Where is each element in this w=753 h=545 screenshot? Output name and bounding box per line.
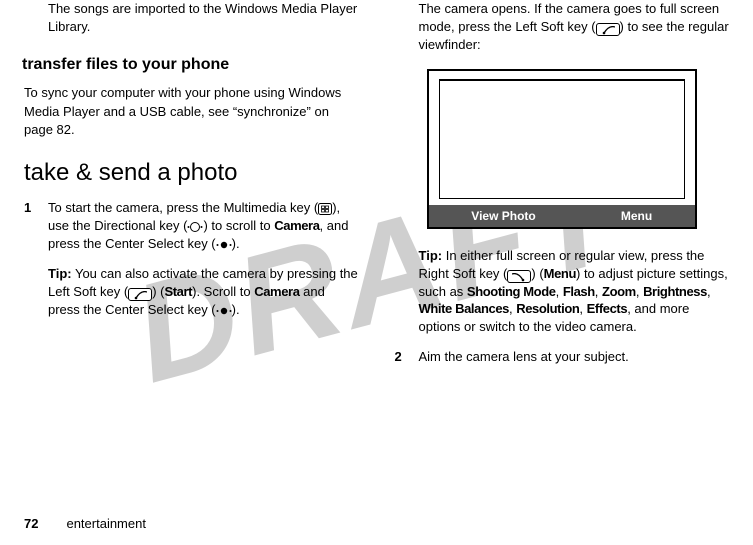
setting-brightness: Brightness xyxy=(643,284,707,299)
center-select-key-icon-2 xyxy=(216,305,232,317)
tip-left: Tip: You can also activate the camera by… xyxy=(48,265,359,319)
tip-label-left: Tip: xyxy=(48,266,72,281)
multimedia-key-icon xyxy=(318,203,332,215)
step-2: 2 Aim the camera lens at your subject. xyxy=(395,348,730,366)
step-2-number: 2 xyxy=(395,348,419,366)
tip-left-b: ) ( xyxy=(152,284,164,299)
left-column: The songs are imported to the Windows Me… xyxy=(24,0,359,490)
viewfinder-softkey-bar: View Photo Menu xyxy=(429,205,695,227)
setting-resolution: Resolution xyxy=(516,301,579,316)
setting-zoom: Zoom xyxy=(602,284,636,299)
para-import-songs: The songs are imported to the Windows Me… xyxy=(48,0,359,36)
left-soft-key-icon-2 xyxy=(596,23,620,36)
step1-text-e: ). xyxy=(232,236,240,251)
tip-menu-label: Menu xyxy=(544,266,576,281)
tip-left-e: ). xyxy=(232,302,240,317)
tip-start-label: Start xyxy=(164,284,192,299)
para-sync-info: To sync your computer with your phone us… xyxy=(24,84,359,139)
setting-white-balances: White Balances xyxy=(419,301,510,316)
step1-text-a: To start the camera, press the Multimedi… xyxy=(48,200,318,215)
viewfinder-right-label: Menu xyxy=(621,209,652,223)
para-camera-opens: The camera opens. If the camera goes to … xyxy=(419,0,730,55)
step-1: 1 To start the camera, press the Multime… xyxy=(24,199,359,253)
right-column: The camera opens. If the camera goes to … xyxy=(395,0,730,490)
setting-shooting-mode: Shooting Mode xyxy=(467,284,556,299)
tip-label-right: Tip: xyxy=(419,248,443,263)
step-1-number: 1 xyxy=(24,199,48,253)
heading-transfer-files: transfer files to your phone xyxy=(22,56,359,74)
section-name: entertainment xyxy=(66,516,146,531)
two-column-layout: The songs are imported to the Windows Me… xyxy=(24,0,729,490)
tip-right: Tip: In either full screen or regular vi… xyxy=(419,247,730,337)
step1-camera-label: Camera xyxy=(274,218,319,233)
tip-left-c: ). Scroll to xyxy=(192,284,254,299)
heading-take-send-photo: take & send a photo xyxy=(24,159,359,187)
viewfinder-screen: View Photo Menu xyxy=(427,69,697,229)
tip-right-b: ) ( xyxy=(531,266,543,281)
step-1-body: To start the camera, press the Multimedi… xyxy=(48,199,359,253)
directional-key-icon xyxy=(187,221,203,233)
tip-camera-label: Camera xyxy=(254,284,299,299)
viewfinder-left-label: View Photo xyxy=(471,209,535,223)
center-select-key-icon xyxy=(216,239,232,251)
setting-effects: Effects xyxy=(587,301,628,316)
right-soft-key-icon xyxy=(507,270,531,283)
viewfinder-inner xyxy=(439,79,685,199)
page-number: 72 xyxy=(24,516,38,531)
setting-flash: Flash xyxy=(563,284,595,299)
viewfinder-illustration: View Photo Menu xyxy=(427,69,697,229)
left-soft-key-icon xyxy=(128,288,152,301)
step1-text-c: ) to scroll to xyxy=(203,218,274,233)
step-2-body: Aim the camera lens at your subject. xyxy=(419,348,730,366)
page-footer: 72 entertainment xyxy=(24,516,146,531)
